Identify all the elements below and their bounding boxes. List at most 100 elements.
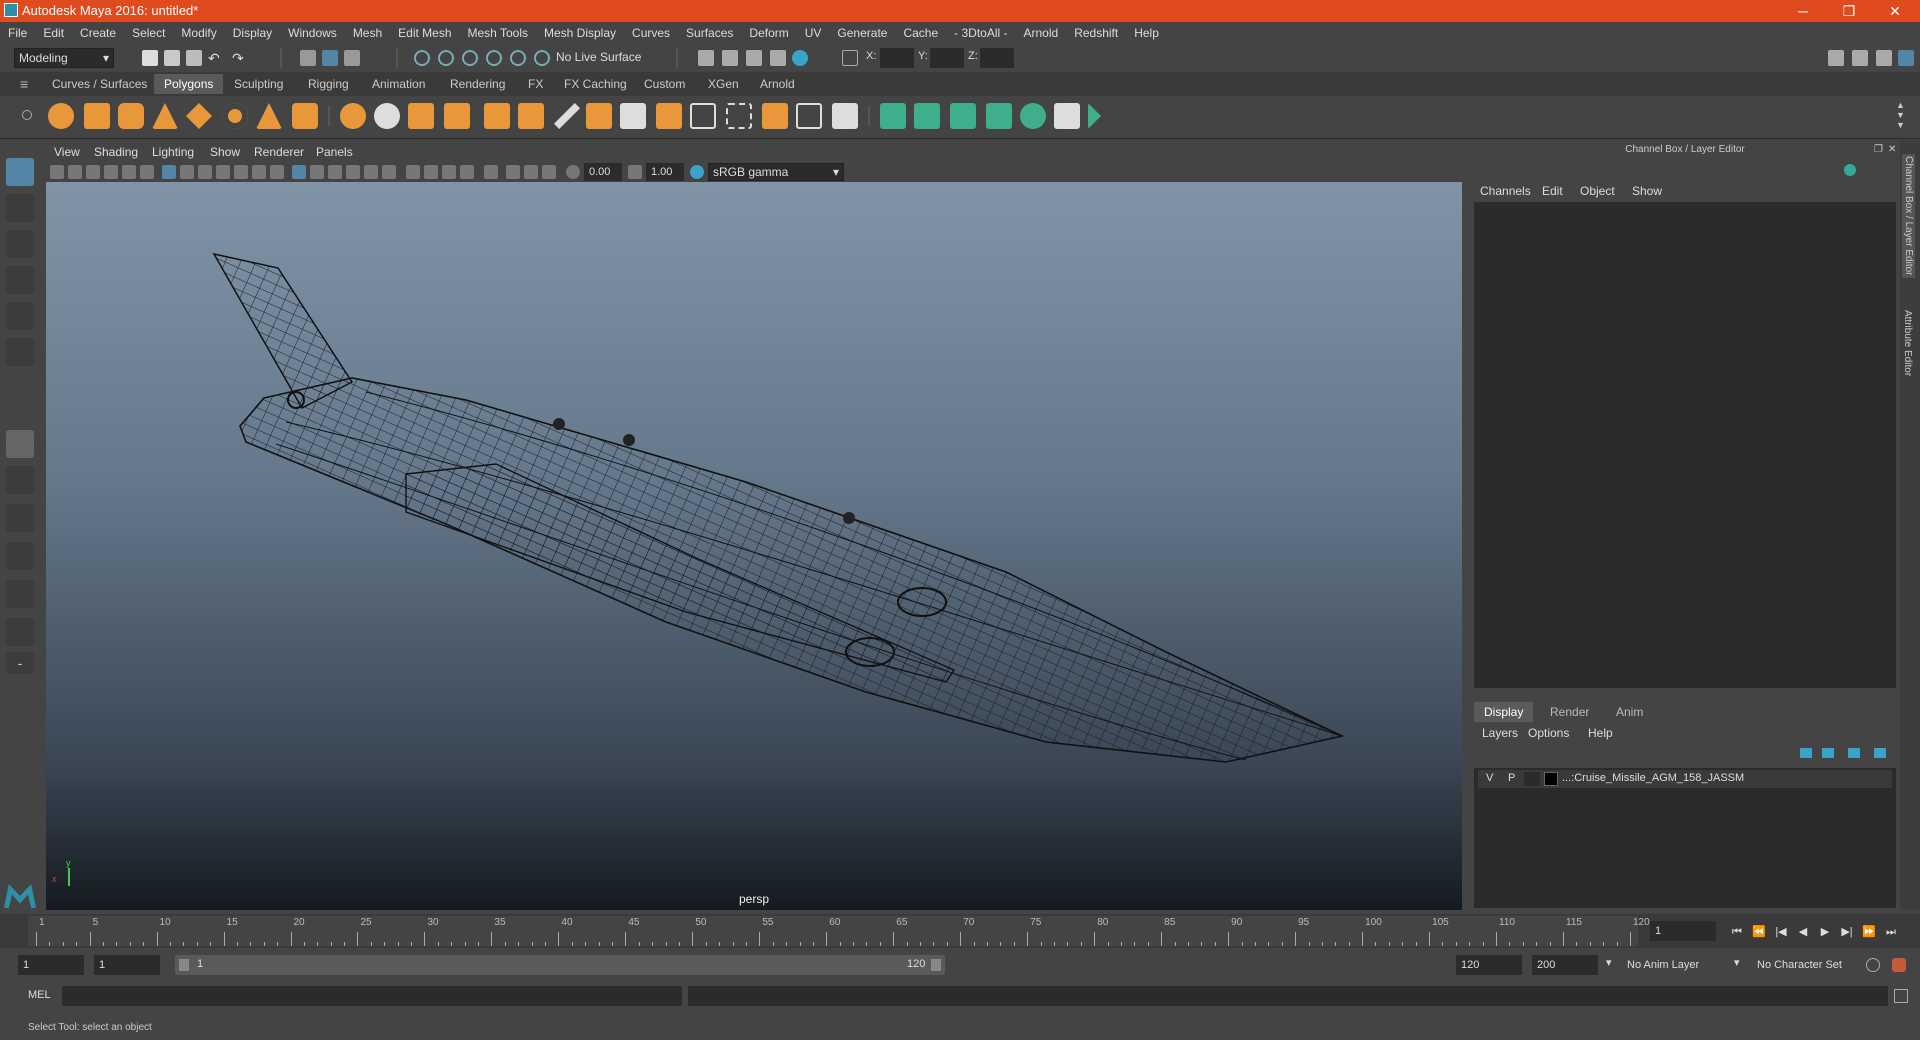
- transform-mode-icon[interactable]: [842, 50, 858, 66]
- poly-cylinder-icon[interactable]: [118, 103, 144, 129]
- wireframe-icon[interactable]: [292, 165, 306, 179]
- save-scene-icon[interactable]: [186, 50, 202, 66]
- menu-select[interactable]: Select: [124, 22, 173, 44]
- layer-menu-layers[interactable]: Layers: [1482, 726, 1518, 740]
- move-tool-icon[interactable]: [6, 266, 34, 294]
- append-polygon-icon[interactable]: [690, 103, 716, 129]
- gate-mask-icon[interactable]: [216, 165, 230, 179]
- select-hierarchy-icon[interactable]: [300, 50, 316, 66]
- menu-generate[interactable]: Generate: [829, 22, 895, 44]
- menu-mesh-tools[interactable]: Mesh Tools: [460, 22, 536, 44]
- hypershade-icon[interactable]: [792, 50, 808, 66]
- select-component-icon[interactable]: [344, 50, 360, 66]
- menu-modify[interactable]: Modify: [173, 22, 224, 44]
- poly-pipe-icon[interactable]: [292, 103, 318, 129]
- menu-deform[interactable]: Deform: [741, 22, 796, 44]
- menu-cache[interactable]: Cache: [895, 22, 946, 44]
- maximize-button[interactable]: ❐: [1826, 0, 1872, 22]
- layout-menu-icon[interactable]: -: [6, 652, 34, 674]
- menu-edit-mesh[interactable]: Edit Mesh: [390, 22, 459, 44]
- vp-menu-shading[interactable]: Shading: [94, 145, 138, 159]
- vp-menu-lighting[interactable]: Lighting: [152, 145, 194, 159]
- merge-icon[interactable]: [726, 103, 752, 129]
- tool-settings-icon[interactable]: [1876, 50, 1892, 66]
- poly-plane-icon[interactable]: [186, 103, 212, 129]
- multisample-aa-icon[interactable]: [442, 165, 456, 179]
- camera-attributes-icon[interactable]: [68, 165, 82, 179]
- render-settings-icon[interactable]: [770, 50, 786, 66]
- snap-surface-icon[interactable]: [510, 50, 526, 66]
- persp-outliner-layout-icon[interactable]: [6, 504, 34, 532]
- camera-select-icon[interactable]: [50, 165, 64, 179]
- cb-menu-object[interactable]: Object: [1580, 184, 1615, 198]
- chevron-down-icon[interactable]: ▾: [1606, 956, 1612, 969]
- rotate-tool-icon[interactable]: [6, 302, 34, 330]
- paint-select-tool-icon[interactable]: [6, 230, 34, 258]
- range-bar[interactable]: 1 120: [175, 955, 945, 975]
- go-to-start-button[interactable]: ⏮: [1730, 926, 1744, 938]
- field-chart-icon[interactable]: [234, 165, 248, 179]
- layer-name[interactable]: ...:Cruise_Missile_AGM_158_JASSM: [1562, 772, 1744, 784]
- menu-curves[interactable]: Curves: [624, 22, 678, 44]
- shelf-menu-icon[interactable]: ≡: [20, 76, 28, 92]
- move-layer-down-icon[interactable]: [1822, 748, 1834, 758]
- close-panel-icon[interactable]: ✕: [1888, 144, 1896, 155]
- step-back-frame-button[interactable]: |◀: [1774, 926, 1788, 938]
- perspective-viewport[interactable]: y x persp: [46, 182, 1462, 910]
- shelf-scroll-arrows-icon[interactable]: ▲ ▼ ▼: [1896, 100, 1905, 130]
- poly-sphere-icon[interactable]: [48, 103, 74, 129]
- attribute-editor-icon[interactable]: [1852, 50, 1868, 66]
- menu-windows[interactable]: Windows: [280, 22, 345, 44]
- safe-action-icon[interactable]: [252, 165, 266, 179]
- four-view-layout-icon[interactable]: [6, 466, 34, 494]
- snap-view-icon[interactable]: [486, 50, 502, 66]
- cb-menu-channels[interactable]: Channels: [1480, 184, 1531, 198]
- new-layer-selected-icon[interactable]: [1874, 748, 1886, 758]
- poly-pyramid-icon[interactable]: [256, 103, 282, 129]
- layer-type-toggle[interactable]: [1524, 772, 1540, 786]
- uv-spherical-icon[interactable]: [950, 103, 976, 129]
- tab-polygons[interactable]: Polygons: [154, 74, 224, 94]
- snap-curve-icon[interactable]: [438, 50, 454, 66]
- lasso-tool-icon[interactable]: [6, 194, 34, 222]
- isolate-select-icon[interactable]: [484, 165, 498, 179]
- layer-visibility-toggle[interactable]: V: [1486, 772, 1493, 784]
- play-forwards-button[interactable]: ▶: [1818, 926, 1832, 938]
- snap-live-icon[interactable]: [534, 50, 550, 66]
- menu-create[interactable]: Create: [72, 22, 124, 44]
- tab-rendering[interactable]: Rendering: [440, 74, 516, 94]
- menu-file[interactable]: File: [0, 22, 35, 44]
- shelf-settings-icon[interactable]: [22, 110, 32, 120]
- tab-sculpting[interactable]: Sculpting: [224, 74, 294, 94]
- mode-dropdown[interactable]: Modeling ▾: [14, 48, 114, 68]
- quad-draw-icon[interactable]: [832, 103, 858, 129]
- playback-start-field[interactable]: 1: [94, 955, 160, 975]
- target-weld-icon[interactable]: [796, 103, 822, 129]
- step-forward-frame-button[interactable]: ▶|: [1840, 926, 1854, 938]
- play-backwards-button[interactable]: ◀: [1796, 926, 1810, 938]
- tab-anim[interactable]: Anim: [1606, 702, 1653, 722]
- image-plane-icon[interactable]: [104, 165, 118, 179]
- anim-layer-dropdown[interactable]: No Anim Layer: [1622, 955, 1732, 975]
- bridge-icon[interactable]: [620, 103, 646, 129]
- screen-space-ao-icon[interactable]: [406, 165, 420, 179]
- move-layer-up-icon[interactable]: [1800, 748, 1812, 758]
- render-view-icon[interactable]: [698, 50, 714, 66]
- current-frame-field[interactable]: 1: [1650, 921, 1716, 941]
- poly-cube-icon[interactable]: [84, 103, 110, 129]
- tab-fx[interactable]: FX: [518, 74, 554, 94]
- xray-joints-icon[interactable]: [542, 165, 556, 179]
- resolution-gate-icon[interactable]: [198, 165, 212, 179]
- tab-custom[interactable]: Custom: [634, 74, 696, 94]
- tab-xgen[interactable]: XGen: [698, 74, 749, 94]
- menu-surfaces[interactable]: Surfaces: [678, 22, 741, 44]
- vp-menu-show[interactable]: Show: [210, 145, 240, 159]
- redo-icon[interactable]: ↷: [232, 50, 248, 66]
- auto-key-icon[interactable]: [1866, 958, 1880, 972]
- uv-cylindrical-icon[interactable]: [914, 103, 940, 129]
- script-editor-icon[interactable]: [1894, 989, 1908, 1003]
- mirror-icon[interactable]: [518, 103, 544, 129]
- smooth-shade-icon[interactable]: [310, 165, 324, 179]
- snap-point-icon[interactable]: [462, 50, 478, 66]
- live-surface-field[interactable]: No Live Surface: [552, 48, 648, 68]
